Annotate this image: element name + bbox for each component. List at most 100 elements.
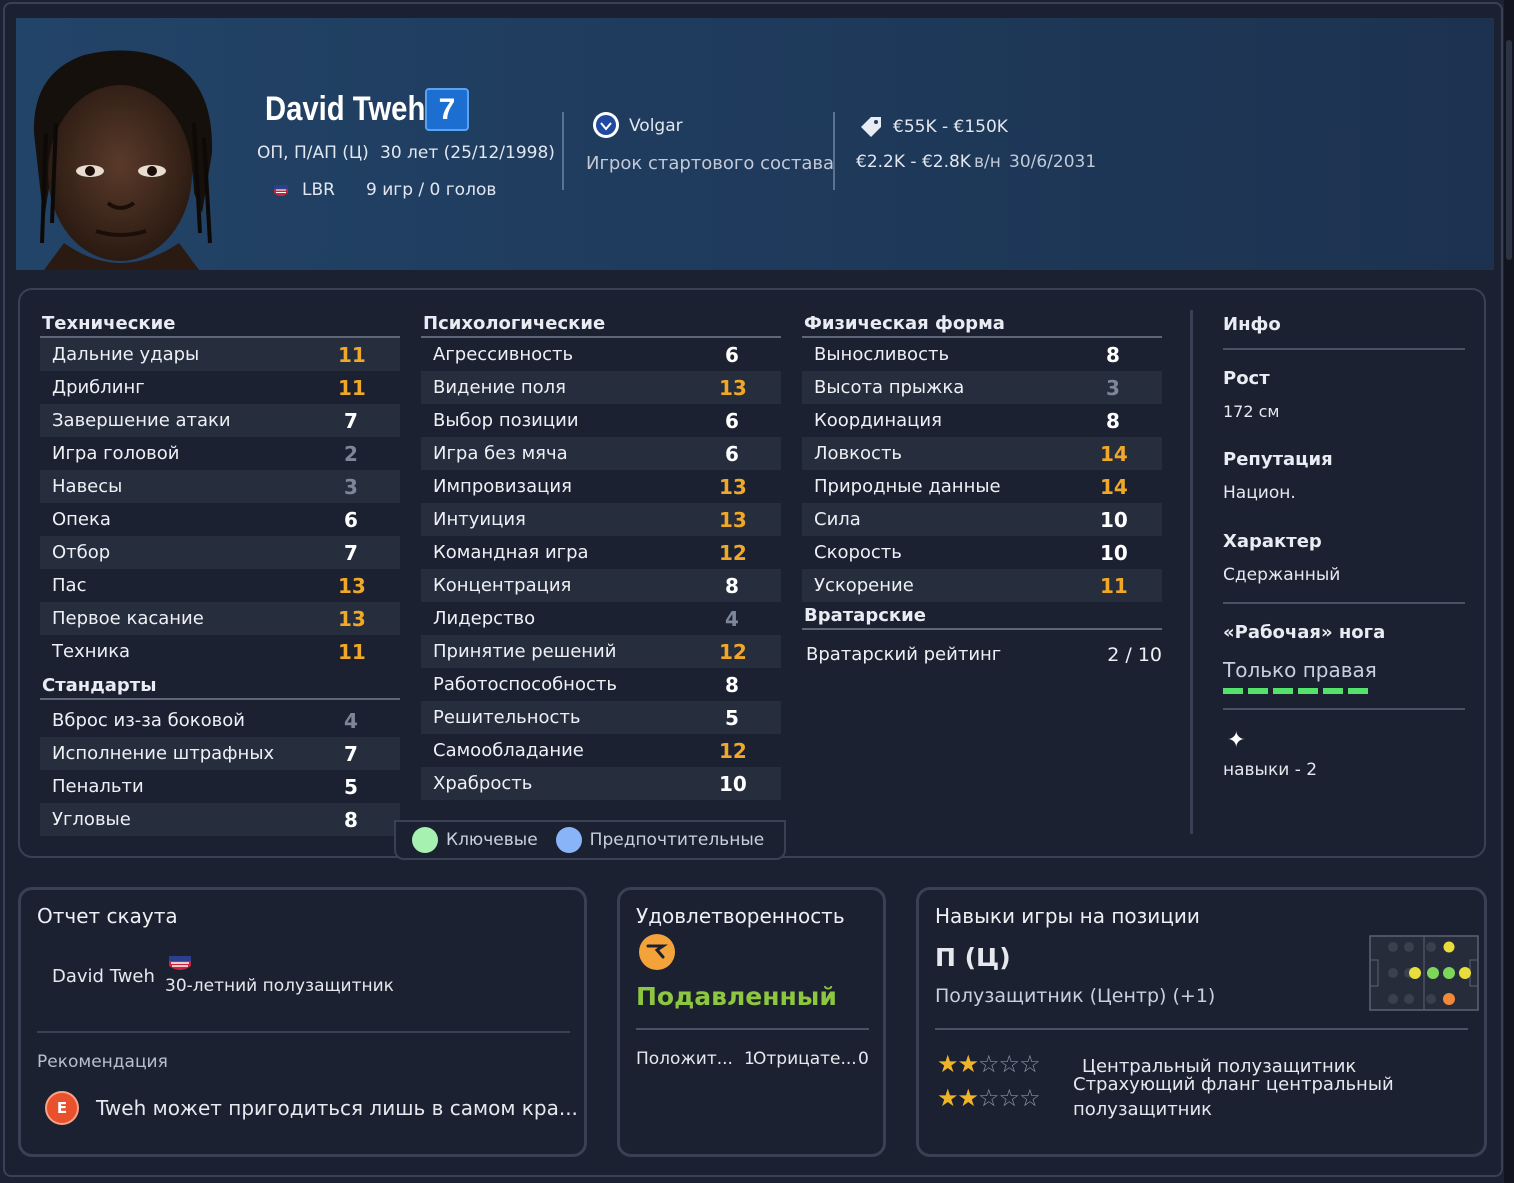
contract-end: 30/6/2031 [1009,152,1097,172]
squad-status: Игрок стартового состава [586,153,835,174]
attribute-value: 4 [344,708,358,733]
set-pieces-attribute-row[interactable]: Исполнение штрафных 7 [40,737,400,770]
physical-attribute-row[interactable]: Скорость 10 [802,536,1162,569]
technical-title: Технические [40,310,400,338]
reputation-value: Национ. [1223,483,1296,503]
star-icon: ☆ [978,1084,999,1112]
star-icon: ☆ [1019,1084,1040,1112]
attribute-label: Дальние удары [52,344,200,365]
physical-attribute-row[interactable]: Выносливость 8 [802,338,1162,371]
technical-attribute-row[interactable]: Дальние удары 11 [40,338,400,371]
nation-flag-icon [169,956,191,970]
player-nation[interactable]: LBR [302,180,335,200]
club-name[interactable]: Volgar [629,116,683,136]
mental-attribute-row[interactable]: Лидерство 4 [421,602,781,635]
physical-attribute-row[interactable]: Высота прыжка 3 [802,371,1162,404]
mental-attribute-row[interactable]: Решительность 5 [421,701,781,734]
attribute-label: Решительность [433,707,581,728]
attribute-value: 4 [725,606,739,631]
star-icon: ☆ [998,1050,1020,1078]
attribute-value: 7 [344,741,358,766]
technical-attribute-row[interactable]: Первое касание 13 [40,602,400,635]
position-ability-card: Навыки игры на позиции П (Ц) Полузащитни… [916,887,1487,1157]
scrollbar[interactable] [1504,0,1514,1183]
mood-status: Подавленный [636,982,837,1011]
attribute-value: 13 [338,573,366,598]
personality-value: Сдержанный [1223,565,1341,585]
legend-preferred-label[interactable]: Предпочтительные [590,830,765,850]
info-title: Инфо [1223,314,1281,335]
mental-attribute-row[interactable]: Выбор позиции 6 [421,404,781,437]
position-name: Полузащитник (Центр) (+1) [935,985,1216,1007]
club-crest-icon[interactable] [592,111,620,139]
physical-attribute-row[interactable]: Ускорение 11 [802,569,1162,602]
attribute-label: Завершение атаки [52,410,231,431]
mental-attribute-row[interactable]: Концентрация 8 [421,569,781,602]
scrollbar-thumb[interactable] [1506,40,1512,260]
positive-label[interactable]: Положит... [636,1049,733,1069]
mental-title: Психологические [421,310,781,338]
technical-column: Технические Дальние удары 11 Дриблинг 11 Зав… [40,310,400,836]
recommendation-label: Рекомендация [37,1052,168,1072]
physical-attribute-row[interactable]: Ловкость 14 [802,437,1162,470]
attribute-value: 6 [725,408,739,433]
physical-attribute-row[interactable]: Природные данные 14 [802,470,1162,503]
set-pieces-attribute-row[interactable]: Вброс из-за боковой 4 [40,704,400,737]
role-name[interactable]: Страхующий фланг центральный полузащитни… [1073,1072,1403,1122]
technical-attribute-row[interactable]: Дриблинг 11 [40,371,400,404]
attribute-label: Командная игра [433,542,589,563]
player-positions: ОП, П/АП (Ц) [257,143,369,163]
attribute-value: 6 [344,507,358,532]
mental-column: Психологические Агрессивность 6 Видение по… [421,310,781,800]
attribute-value: 8 [725,573,739,598]
attribute-label: Техника [52,641,131,662]
technical-attribute-row[interactable]: Опека 6 [40,503,400,536]
info-divider [1223,348,1465,350]
mood-icon [639,934,675,970]
happiness-divider [636,1028,869,1030]
attribute-value: 10 [719,771,747,796]
mental-attribute-row[interactable]: Видение поля 13 [421,371,781,404]
mental-attribute-row[interactable]: Командная игра 12 [421,536,781,569]
legend-key-label[interactable]: Ключевые [446,830,538,850]
star-icon: ★ [937,1050,958,1078]
attribute-label: Навесы [52,476,123,497]
technical-attribute-row[interactable]: Техника 11 [40,635,400,668]
set-pieces-attribute-row[interactable]: Пенальти 5 [40,770,400,803]
scout-title: Отчет скаута [37,904,178,928]
foot-strength-bar [1223,688,1371,694]
set-pieces-attribute-row[interactable]: Угловые 8 [40,803,400,836]
technical-attribute-row[interactable]: Навесы 3 [40,470,400,503]
technical-attribute-row[interactable]: Завершение атаки 7 [40,404,400,437]
role-stars: ★★☆☆☆ [937,1050,1041,1078]
negative-label[interactable]: Отрицате... [753,1049,857,1069]
attribute-value: 12 [719,639,747,664]
grade-badge: E [45,1091,79,1125]
personality-label: Характер [1223,531,1322,552]
role-stars: ★★☆☆☆ [937,1084,1041,1112]
mental-attribute-row[interactable]: Агрессивность 6 [421,338,781,371]
pitch-position-map[interactable] [1369,935,1479,1011]
attribute-label: Импровизация [433,476,572,497]
attribute-value: 3 [344,474,358,499]
attribute-label: Агрессивность [433,344,574,365]
skills-count[interactable]: навыки - 2 [1223,760,1317,780]
attribute-value: 2 [344,441,358,466]
goalkeeping-title: Вратарские [802,602,1162,630]
physical-attribute-row[interactable]: Координация 8 [802,404,1162,437]
scout-player-name[interactable]: David Tweh [52,966,155,987]
technical-attribute-row[interactable]: Отбор 7 [40,536,400,569]
technical-attribute-row[interactable]: Пас 13 [40,569,400,602]
mental-attribute-row[interactable]: Работоспособность 8 [421,668,781,701]
mental-attribute-row[interactable]: Храбрость 10 [421,767,781,800]
mental-attribute-row[interactable]: Импровизация 13 [421,470,781,503]
physical-attribute-row[interactable]: Сила 10 [802,503,1162,536]
mental-attribute-row[interactable]: Интуиция 13 [421,503,781,536]
mental-attribute-row[interactable]: Самообладание 12 [421,734,781,767]
mental-attribute-row[interactable]: Игра без мяча 6 [421,437,781,470]
attribute-label: Природные данные [814,476,1001,497]
mental-attribute-row[interactable]: Принятие решений 12 [421,635,781,668]
height-label: Рост [1223,368,1270,389]
attribute-label: Координация [814,410,942,431]
technical-attribute-row[interactable]: Игра головой 2 [40,437,400,470]
